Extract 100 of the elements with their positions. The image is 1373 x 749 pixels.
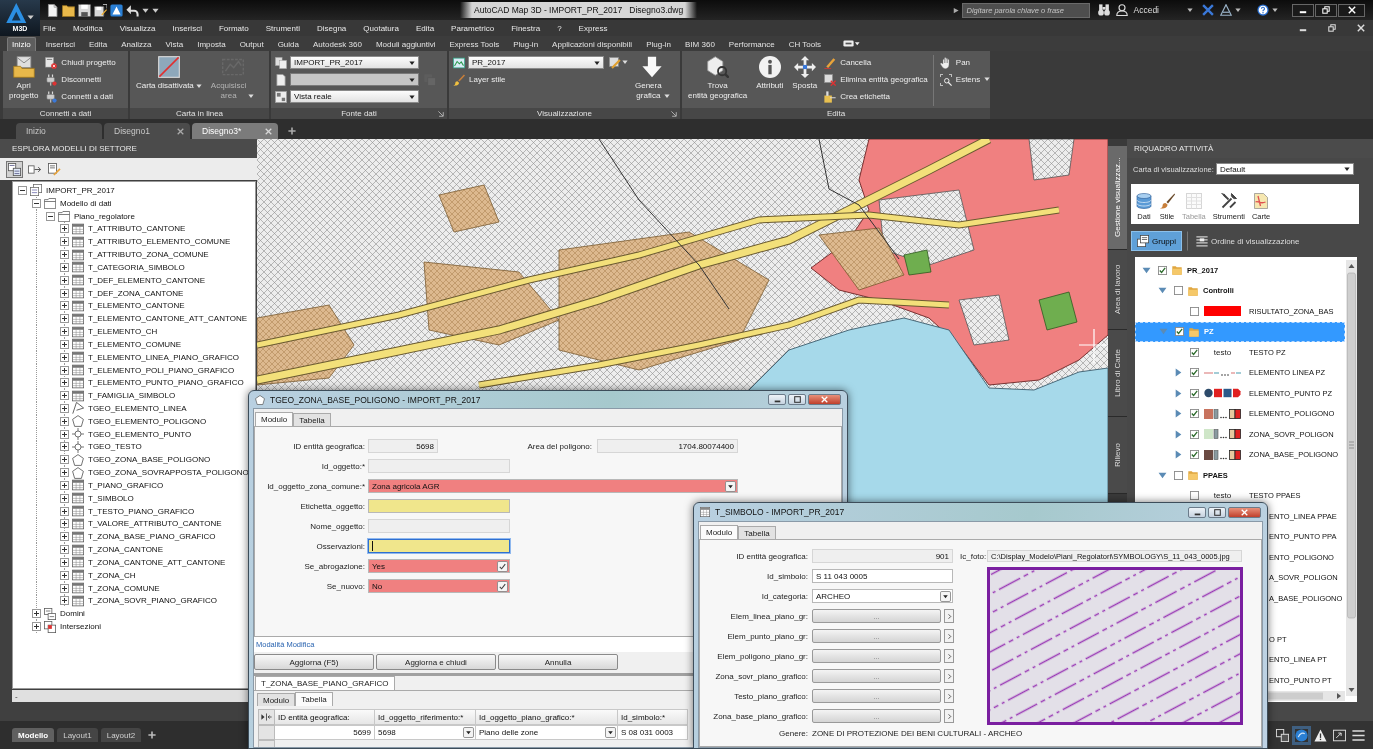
document-tab[interactable]: Disegno1 — [104, 123, 190, 139]
tree-item[interactable]: T_ELEMENTO_CH — [88, 327, 158, 336]
checkbox[interactable] — [1190, 306, 1199, 316]
minimize-button[interactable] — [1188, 506, 1206, 518]
expand-icon[interactable] — [60, 557, 69, 567]
side-tab[interactable]: Rilievo — [1108, 417, 1127, 494]
layout-squares-icon[interactable] — [1276, 728, 1289, 742]
tree-item[interactable]: T_ELEMENTO_COMUNE — [88, 339, 182, 349]
ribbon-tab[interactable]: Output — [235, 37, 268, 51]
disc-icon[interactable] — [1295, 728, 1308, 742]
tree-item[interactable]: T_ZONA_BASE_PIANO_GRAFICO — [88, 532, 216, 542]
tree-item[interactable]: Intersezioni — [60, 622, 101, 632]
layout-tab[interactable]: Modello — [12, 728, 55, 742]
expand-icon[interactable] — [60, 237, 69, 247]
ribbon-tab[interactable]: Edita — [85, 37, 112, 51]
menu-item[interactable]: Visualizza — [119, 23, 156, 33]
expand-icon[interactable] — [32, 622, 41, 632]
tree-item[interactable]: T_ELEMENTO_LINEA_PIANO_GRAFICO — [88, 352, 239, 362]
ribbon-button[interactable]: Trova entità geografica — [686, 55, 750, 101]
ribbon-button[interactable]: Genera grafica — [633, 55, 672, 101]
menu-item[interactable]: File — [43, 23, 56, 33]
ribbon-tab[interactable]: Vista — [161, 37, 188, 51]
ribbon-button[interactable]: Disconnetti — [45, 73, 116, 86]
related-table-tab[interactable]: T_ZONA_BASE_PIANO_GRAFICO — [255, 676, 395, 690]
expand-icon[interactable] — [60, 288, 69, 298]
toolbar-button[interactable] — [46, 160, 63, 178]
ribbon-button[interactable]: Sposta — [790, 55, 820, 91]
save-icon[interactable] — [78, 3, 91, 17]
ribbon-tab[interactable]: Imposta — [193, 37, 230, 51]
menu-item[interactable]: Express — [578, 23, 608, 33]
tab[interactable]: Modulo — [257, 693, 296, 706]
dropdown-field[interactable]: PR_2017 — [468, 56, 604, 69]
expand-icon[interactable] — [60, 416, 69, 426]
menu-item[interactable]: Parametrico — [451, 23, 495, 33]
square-logo-icon[interactable] — [110, 3, 123, 17]
expand-icon[interactable] — [60, 301, 69, 311]
panel-toggle-icon[interactable] — [842, 39, 860, 48]
yes-no-field[interactable]: No — [368, 579, 510, 593]
tree-item[interactable]: T_ZONA_CH — [88, 570, 136, 580]
expand-icon[interactable] — [32, 609, 41, 619]
triangle-icon[interactable] — [1220, 4, 1232, 16]
tree-item[interactable]: T_DEF_ELEMENTO_CANTONE — [88, 275, 206, 285]
minimize-button[interactable] — [768, 394, 786, 405]
expand-arrow-icon[interactable] — [1174, 429, 1183, 439]
collapse-arrow-icon[interactable] — [1158, 286, 1167, 296]
menu-item[interactable]: Formato — [218, 23, 249, 33]
vertical-scrollbar[interactable] — [1346, 260, 1357, 696]
expand-icon[interactable] — [60, 352, 69, 362]
collapse-icon[interactable] — [18, 185, 27, 195]
document-tab[interactable]: Disegno3* — [192, 123, 278, 139]
tree-item[interactable]: T_TESTO_PIANO_GRAFICO — [88, 506, 195, 516]
menu-item[interactable]: Disegna — [316, 23, 347, 33]
expand-icon[interactable] — [60, 378, 69, 388]
dropdown-field[interactable]: Zona agricola AGR — [368, 479, 738, 493]
checkbox[interactable] — [1190, 450, 1199, 460]
checkbox[interactable] — [1190, 491, 1199, 501]
folder-icon[interactable] — [62, 3, 75, 17]
ribbon-button[interactable]: Connetti a dati — [45, 90, 116, 103]
tab[interactable]: Tabella — [738, 526, 776, 539]
expand-icon[interactable] — [60, 442, 69, 452]
caret-icon[interactable] — [1187, 7, 1193, 13]
tree-item[interactable]: T_ELEMENTO_CANTONE_ATT_CANTONE — [88, 314, 247, 324]
maximize-button[interactable] — [1208, 506, 1226, 518]
ribbon-button[interactable]: Layer stile — [453, 73, 628, 86]
plus-icon[interactable] — [288, 127, 296, 135]
expand-icon[interactable] — [60, 262, 69, 272]
warning-icon[interactable] — [1314, 728, 1327, 742]
yes-no-field[interactable]: Yes — [368, 559, 510, 573]
ribbon-tab[interactable]: Moduli aggiuntivi — [371, 37, 440, 51]
ribbon-button[interactable]: Elimina entità geografica — [824, 73, 928, 86]
tree-item[interactable]: TGEO_ELEMENTO_POLIGONO — [88, 416, 207, 426]
tree-item[interactable]: T_PIANO_GRAFICO — [88, 480, 164, 490]
expand-icon[interactable] — [60, 339, 69, 349]
help-icon[interactable] — [1257, 4, 1269, 16]
checkbox[interactable] — [1190, 409, 1199, 419]
collapse-arrow-icon[interactable] — [1142, 265, 1151, 275]
binoculars-icon[interactable] — [1098, 4, 1111, 16]
expand-icon[interactable] — [60, 327, 69, 336]
navigate-button[interactable] — [944, 649, 954, 663]
tree-item[interactable]: T_ZONA_COMUNE — [88, 583, 160, 593]
collapse-icon[interactable] — [46, 211, 55, 221]
tree-item[interactable]: T_FAMIGLIA_SIMBOLO — [88, 391, 176, 401]
expand-icon[interactable] — [60, 596, 69, 606]
menu-item[interactable]: Quotatura — [363, 23, 399, 33]
tree-item[interactable]: T_CATEGORIA_SIMBOLO — [88, 262, 185, 272]
close-icon[interactable] — [177, 127, 184, 135]
tree-item[interactable]: T_VALORE_ATTRIBUTO_CANTONE — [88, 519, 222, 529]
ribbon-button[interactable]: Attributi — [754, 55, 786, 91]
tree-item[interactable]: TGEO_ELEMENTO_PUNTO — [88, 429, 192, 439]
side-tab[interactable]: Area di lavoro — [1108, 250, 1127, 330]
tree-item[interactable]: T_ATTRIBUTO_CANTONE — [88, 224, 186, 234]
launcher-icon[interactable] — [671, 110, 677, 117]
ribbon-button[interactable]: Pan — [939, 56, 991, 69]
tree-item[interactable]: T_ATTRIBUTO_ZONA_COMUNE — [88, 250, 209, 260]
checkbox[interactable] — [1190, 347, 1199, 357]
expand-icon[interactable] — [60, 519, 69, 529]
menu-item[interactable]: Modifica — [72, 23, 103, 33]
tree-item[interactable]: T_SIMBOLO — [88, 493, 134, 503]
checkbox[interactable] — [1190, 388, 1199, 398]
document-tab[interactable]: Inizio — [16, 123, 102, 139]
